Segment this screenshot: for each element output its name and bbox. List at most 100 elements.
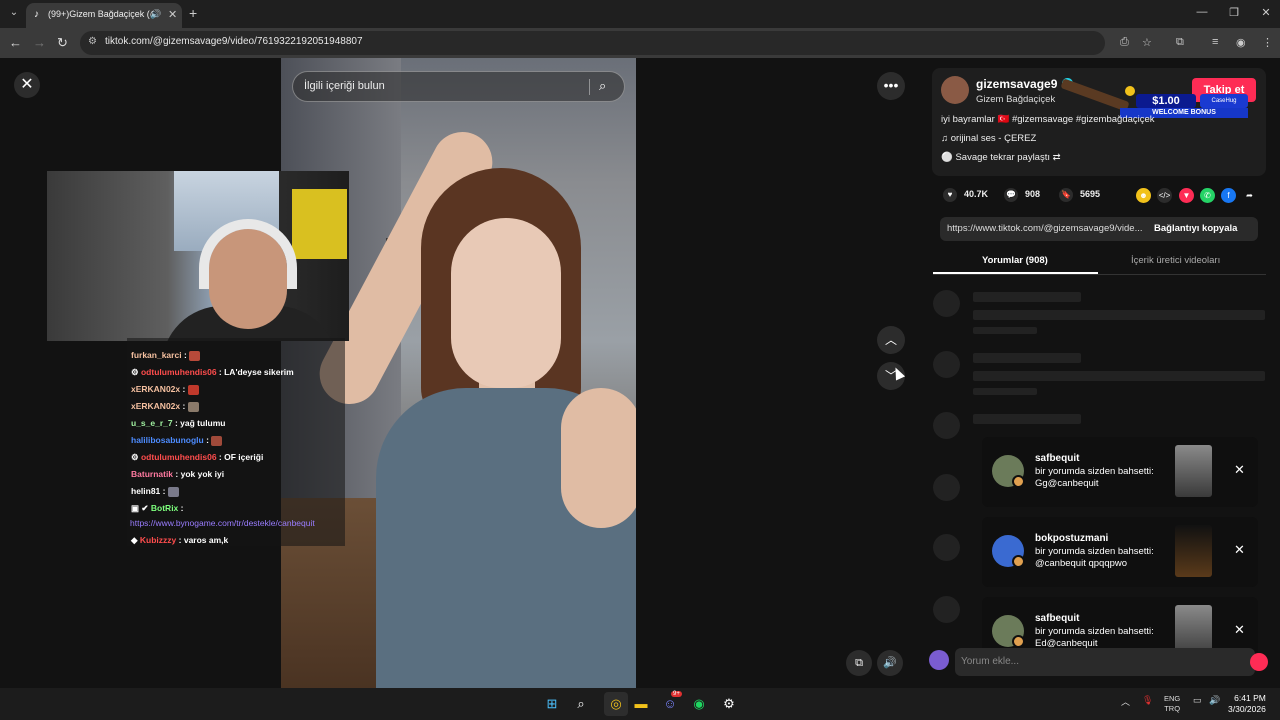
site-info-icon[interactable]: ⚙ bbox=[88, 36, 97, 47]
facebook-icon[interactable]: f bbox=[1221, 188, 1236, 203]
ad-brand: CaseHug bbox=[1200, 94, 1248, 108]
tiktok-viewer: ✕ İlgili içeriği bulun ⌕ ••• ︿ ﹀ ⧉ 🔊 fur… bbox=[0, 58, 1280, 688]
like-icon[interactable]: ♥ bbox=[943, 188, 957, 202]
previous-video-button[interactable]: ︿ bbox=[877, 326, 905, 354]
volume-icon[interactable]: 🔊 bbox=[1209, 695, 1220, 706]
ad-gun-image bbox=[1060, 78, 1130, 112]
comment-skeleton bbox=[973, 292, 1081, 302]
chat-message: u_s_e_r_7 : yağ tulumu bbox=[131, 418, 226, 428]
close-icon[interactable]: ✕ bbox=[1234, 542, 1245, 558]
tiktok-icon: ♪ bbox=[34, 9, 39, 20]
bookmark-icon[interactable]: 🔖 bbox=[1059, 188, 1073, 202]
spotify-icon[interactable]: ◉ bbox=[690, 695, 708, 713]
comment-input[interactable]: Yorum ekle... bbox=[955, 648, 1255, 676]
notification-user: safbequit bbox=[1035, 453, 1080, 464]
comment-skeleton bbox=[973, 371, 1265, 381]
tab-search-button[interactable]: ⌄ bbox=[6, 5, 22, 21]
avatar[interactable] bbox=[941, 76, 969, 104]
volume-icon[interactable]: 🔊 bbox=[877, 650, 903, 676]
search-divider bbox=[589, 79, 590, 95]
ad-amount: $1.00 bbox=[1136, 94, 1196, 108]
close-icon[interactable]: ✕ bbox=[14, 72, 40, 98]
share-icon[interactable]: ➦ bbox=[1242, 188, 1257, 203]
media-icon[interactable]: ≡ bbox=[1212, 36, 1218, 48]
comment-icon[interactable]: 💬 bbox=[1004, 188, 1018, 202]
whatsapp-icon[interactable]: ✆ bbox=[1200, 188, 1215, 203]
extensions-icon[interactable]: ⧉ bbox=[1176, 36, 1184, 49]
video-link[interactable]: https://www.tiktok.com/@gizemsavage9/vid… bbox=[947, 223, 1152, 234]
link-box: https://www.tiktok.com/@gizemsavage9/vid… bbox=[940, 217, 1258, 241]
comment-skeleton bbox=[973, 310, 1265, 320]
emote-icon bbox=[187, 401, 199, 412]
notification-text: bir yorumda sizden bahsetti: Gg@canbequit bbox=[1035, 466, 1154, 489]
emote-icon bbox=[167, 486, 179, 497]
chat-message: furkan_karci : bbox=[131, 350, 201, 361]
chat-message: ▣ ✔ BotRix : bbox=[131, 503, 184, 513]
emote-icon bbox=[187, 384, 199, 395]
microphone-icon[interactable]: 🎙 bbox=[1142, 695, 1153, 706]
chat-message: Baturnatik : yok yok iyi bbox=[131, 469, 225, 479]
tab-title: (99+)Gizem Bağdaçiçek (@ bbox=[48, 9, 154, 19]
copy-link-button[interactable]: Bağlantıyı kopyala bbox=[1154, 223, 1237, 234]
active-tab[interactable]: ♪ (99+)Gizem Bağdaçiçek (@ 🔊 ✕ bbox=[26, 3, 182, 28]
coin-share-icon[interactable]: ☻ bbox=[1136, 188, 1151, 203]
mention-notification[interactable]: bokpostuzmani bir yorumda sizden bahsett… bbox=[982, 517, 1258, 587]
tab-comments[interactable]: Yorumlar (908) bbox=[982, 255, 1048, 266]
notification-user: safbequit bbox=[1035, 613, 1080, 624]
sound-link[interactable]: ♫ orijinal ses - ÇEREZ bbox=[941, 133, 1036, 144]
windows-start-icon[interactable]: ⊞ bbox=[543, 695, 561, 713]
comment-skeleton bbox=[933, 474, 960, 501]
comment-count: 908 bbox=[1025, 189, 1041, 199]
forward-icon[interactable]: → bbox=[33, 35, 46, 50]
display-name: Gizem Bağdaçiçek bbox=[976, 94, 1056, 105]
chat-message: xERKAN02x : bbox=[131, 401, 199, 412]
comment-placeholder: Yorum ekle... bbox=[961, 656, 1019, 667]
related-search-input[interactable]: İlgili içeriği bulun ⌕ bbox=[292, 71, 625, 102]
chrome-icon[interactable]: ◎ bbox=[607, 695, 625, 713]
display-icon[interactable]: ▭ bbox=[1193, 695, 1202, 706]
app-icon[interactable]: ⚙ bbox=[720, 695, 738, 713]
file-explorer-icon[interactable]: ▬ bbox=[632, 695, 650, 713]
restore-button[interactable]: ❐ bbox=[1224, 6, 1244, 19]
casehug-ad-overlay[interactable]: $1.00 CaseHug WELCOME BONUS bbox=[1060, 78, 1250, 118]
chat-message: helin81 : bbox=[131, 486, 179, 497]
discord-badge: 9+ bbox=[671, 691, 682, 697]
close-window-button[interactable]: ✕ bbox=[1256, 6, 1276, 19]
tab-creator-videos[interactable]: İçerik üretici videoları bbox=[1131, 255, 1220, 266]
clock[interactable]: 6:41 PM 3/30/2026 bbox=[1228, 693, 1266, 715]
pip-icon[interactable]: ⧉ bbox=[846, 650, 872, 676]
back-icon[interactable]: ← bbox=[9, 35, 22, 50]
comment-skeleton bbox=[973, 414, 1081, 424]
close-icon[interactable]: ✕ bbox=[1234, 462, 1245, 478]
mention-notification[interactable]: safbequit bir yorumda sizden bahsetti: Gg… bbox=[982, 437, 1258, 507]
new-tab-button[interactable]: + bbox=[189, 5, 197, 21]
url-field[interactable]: ⚙ tiktok.com/@gizemsavage9/video/7619322… bbox=[80, 31, 1152, 55]
discord-icon[interactable]: ☺ bbox=[661, 695, 679, 713]
close-tab-icon[interactable]: ✕ bbox=[168, 8, 177, 21]
menu-icon[interactable]: ⋮ bbox=[1262, 36, 1273, 49]
search-icon[interactable]: ⌕ bbox=[572, 695, 590, 713]
url-text: tiktok.com/@gizemsavage9/video/761932219… bbox=[105, 36, 363, 47]
tray-overflow-icon[interactable]: ︿ bbox=[1121, 695, 1130, 708]
video-person-shoulder bbox=[561, 388, 636, 528]
comment-skeleton bbox=[933, 351, 960, 378]
bookmark-star-icon[interactable]: ☆ bbox=[1142, 36, 1152, 49]
minimize-button[interactable]: — bbox=[1192, 6, 1212, 18]
install-icon[interactable]: ⎙ bbox=[1120, 36, 1129, 49]
audio-icon[interactable]: 🔊 bbox=[150, 9, 161, 20]
emote-icon bbox=[189, 350, 201, 361]
embed-icon[interactable]: </> bbox=[1157, 188, 1172, 203]
search-icon[interactable]: ⌕ bbox=[599, 78, 606, 94]
profile-icon[interactable]: ◉ bbox=[1236, 36, 1246, 49]
send-icon[interactable]: ▼ bbox=[1179, 188, 1194, 203]
webcam-yellow-shirt bbox=[292, 189, 347, 259]
tab-divider bbox=[933, 274, 1266, 275]
comment-skeleton bbox=[933, 596, 960, 623]
post-comment-icon[interactable] bbox=[1250, 653, 1268, 671]
language-indicator[interactable]: ENG TRQ bbox=[1164, 694, 1180, 714]
close-icon[interactable]: ✕ bbox=[1234, 622, 1245, 638]
more-options-button[interactable]: ••• bbox=[877, 72, 905, 100]
username[interactable]: gizemsavage9 bbox=[976, 77, 1057, 91]
address-bar: ← → ↻ ⚙ tiktok.com/@gizemsavage9/video/7… bbox=[0, 28, 1280, 58]
reload-icon[interactable]: ↻ bbox=[57, 35, 68, 51]
